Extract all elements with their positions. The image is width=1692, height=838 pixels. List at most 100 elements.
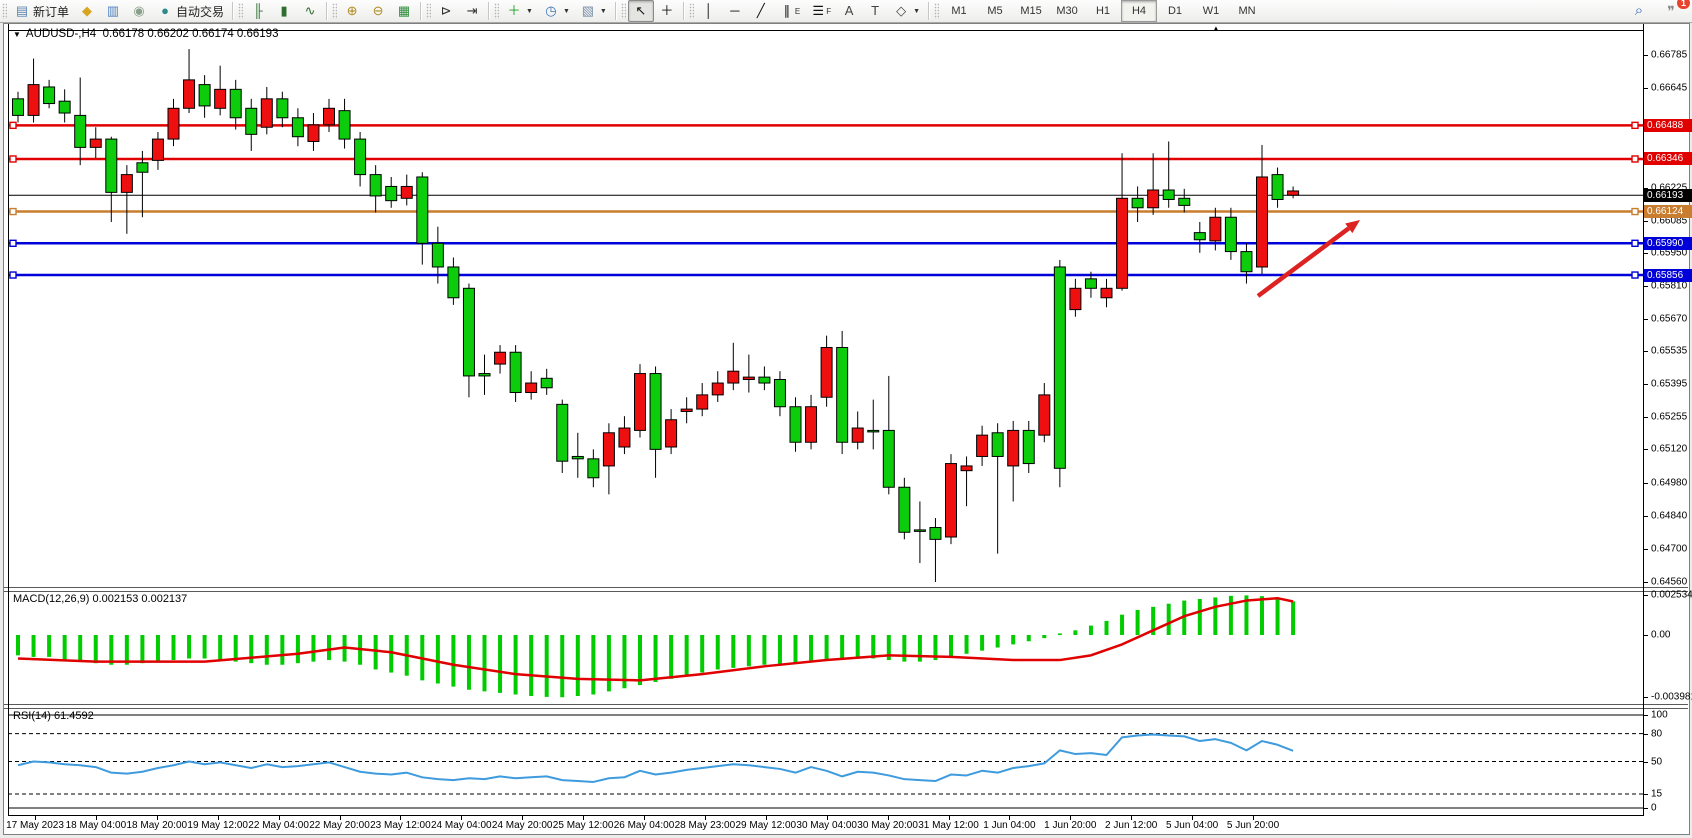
candle-24 — [386, 177, 397, 208]
hline-0.65856[interactable] — [9, 272, 1643, 278]
rsi-tick — [1644, 794, 1648, 795]
new-order-button[interactable]: ▤新订单 — [9, 0, 74, 22]
timeframe-m1[interactable]: M1 — [941, 0, 977, 22]
chart-shift-icon: ⇥ — [464, 3, 480, 19]
candle-16 — [261, 87, 272, 134]
price-tick — [1644, 319, 1648, 320]
toolbar-separator — [615, 2, 616, 20]
periods-button[interactable]: ◷▼ — [538, 0, 575, 22]
equidistant-channel-icon-sub: E — [795, 7, 800, 16]
candle-14 — [230, 80, 241, 130]
timeframe-d1[interactable]: D1 — [1157, 0, 1193, 22]
text-button[interactable]: A — [836, 0, 862, 22]
price-axis[interactable]: 0.667850.666450.662250.660850.659500.658… — [1644, 24, 1692, 815]
templates-button[interactable]: ▧▼ — [575, 0, 612, 22]
terminal-button[interactable]: ▥ — [100, 0, 126, 22]
line-handle — [1632, 122, 1638, 128]
signal-icon: ◉ — [131, 3, 147, 19]
chevron-down-icon: ▼ — [563, 8, 570, 15]
line-chart-button[interactable]: ∿ — [297, 0, 323, 22]
text-label-button[interactable]: T — [862, 0, 888, 22]
candle-36 — [572, 433, 583, 478]
hline-0.65990[interactable] — [9, 240, 1643, 246]
timeframe-h4[interactable]: H4 — [1121, 0, 1157, 22]
zoom-out-button[interactable]: ⊖ — [365, 0, 391, 22]
candle-9 — [152, 132, 163, 170]
fibonacci-icon-sub: F — [826, 7, 831, 16]
price-tick-label: 0.64980 — [1651, 477, 1687, 488]
time-label: 1 Jun 20:00 — [1044, 820, 1096, 831]
timeframe-w1[interactable]: W1 — [1193, 0, 1229, 22]
rsi-tick — [1644, 715, 1648, 716]
toolbar-separator — [232, 2, 233, 20]
trend-arrow-annotation[interactable] — [1258, 220, 1360, 296]
candle-65 — [1023, 421, 1034, 473]
time-label: 2 Jun 12:00 — [1105, 820, 1157, 831]
candle-0 — [13, 92, 24, 123]
time-label: 30 May 20:00 — [857, 820, 918, 831]
timeframe-mn[interactable]: MN — [1229, 0, 1265, 22]
doc-plus: ▤ — [14, 3, 30, 19]
candle-19 — [308, 113, 319, 151]
new-order-button-label: 新订单 — [33, 3, 69, 20]
indicators-button[interactable]: ＋▼ — [501, 0, 538, 22]
arrows-button[interactable]: ◇▼ — [888, 0, 925, 22]
gold-button[interactable]: ◆ — [74, 0, 100, 22]
zoom-in-button[interactable]: ⊕ — [339, 0, 365, 22]
candle-61 — [961, 456, 972, 506]
chart-shift-marker-icon[interactable]: ▲ — [1212, 24, 1220, 33]
rsi-tick-label: 0 — [1651, 803, 1657, 814]
symbol-dropdown-icon[interactable]: ▼ — [13, 30, 21, 39]
candlestick-button[interactable]: ▮ — [271, 0, 297, 22]
macd-tick-label: 0.002534 — [1651, 590, 1692, 601]
auto-trading-button[interactable]: ●自动交易 — [152, 0, 229, 22]
price-tick-label: 0.66785 — [1651, 50, 1687, 61]
line-handle — [1632, 272, 1638, 278]
candle-68 — [1070, 279, 1081, 317]
candle-40 — [635, 364, 646, 437]
vertical-line-button[interactable]: │ — [696, 0, 722, 22]
timeframe-m5[interactable]: M5 — [977, 0, 1013, 22]
trendline-icon: ╱ — [753, 3, 769, 19]
rsi-subchart[interactable] — [8, 707, 1644, 815]
hline-0.66124[interactable] — [9, 209, 1643, 215]
price-badge-0.65990: 0.65990 — [1644, 237, 1692, 250]
search-button[interactable]: ⌕ — [1626, 0, 1652, 22]
toolbar-grip — [426, 3, 431, 19]
horizontal-line-button[interactable]: ─ — [722, 0, 748, 22]
timeframe-m30[interactable]: M30 — [1049, 0, 1085, 22]
macd-tick-label: -0.003981 — [1651, 692, 1692, 703]
chart-shift-button[interactable]: ⇥ — [459, 0, 485, 22]
price-tick — [1644, 449, 1648, 450]
candle-53 — [837, 331, 848, 454]
candle-25 — [401, 175, 412, 206]
price-tick-label: 0.64560 — [1651, 576, 1687, 587]
candle-31 — [495, 345, 506, 373]
notifications-button[interactable]: ❞1 — [1658, 0, 1684, 22]
timeframe-m15[interactable]: M15 — [1013, 0, 1049, 22]
crosshair-button[interactable]: ＋ — [654, 0, 680, 22]
price-tick — [1644, 55, 1648, 56]
auto-scroll-button[interactable]: ⊳ — [433, 0, 459, 22]
candle-34 — [541, 369, 552, 395]
fibonacci-button[interactable]: ☰F — [805, 0, 836, 22]
tile-windows-button[interactable]: ▦ — [391, 0, 417, 22]
candle-48 — [759, 366, 770, 390]
macd-subchart[interactable] — [8, 590, 1644, 705]
bar-chart-button[interactable]: ╟ — [245, 0, 271, 22]
channel-button[interactable]: ∥E — [774, 0, 805, 22]
trendline-button[interactable]: ╱ — [748, 0, 774, 22]
macd-tick — [1644, 595, 1648, 596]
candle-66 — [1039, 383, 1050, 442]
signals-button[interactable]: ◉ — [126, 0, 152, 22]
cursor-button[interactable]: ↖ — [628, 0, 654, 22]
toolbar-separator — [928, 2, 929, 20]
time-label: 18 May 04:00 — [66, 820, 127, 831]
main-price-chart[interactable] — [8, 24, 1644, 588]
line-handle — [10, 122, 16, 128]
timeframe-h1[interactable]: H1 — [1085, 0, 1121, 22]
hline-0.66346[interactable] — [9, 156, 1643, 162]
time-axis[interactable]: 17 May 202318 May 04:0018 May 20:0019 Ma… — [8, 815, 1644, 836]
monitor-icon: ▥ — [105, 3, 121, 19]
time-label: 26 May 04:00 — [614, 820, 675, 831]
